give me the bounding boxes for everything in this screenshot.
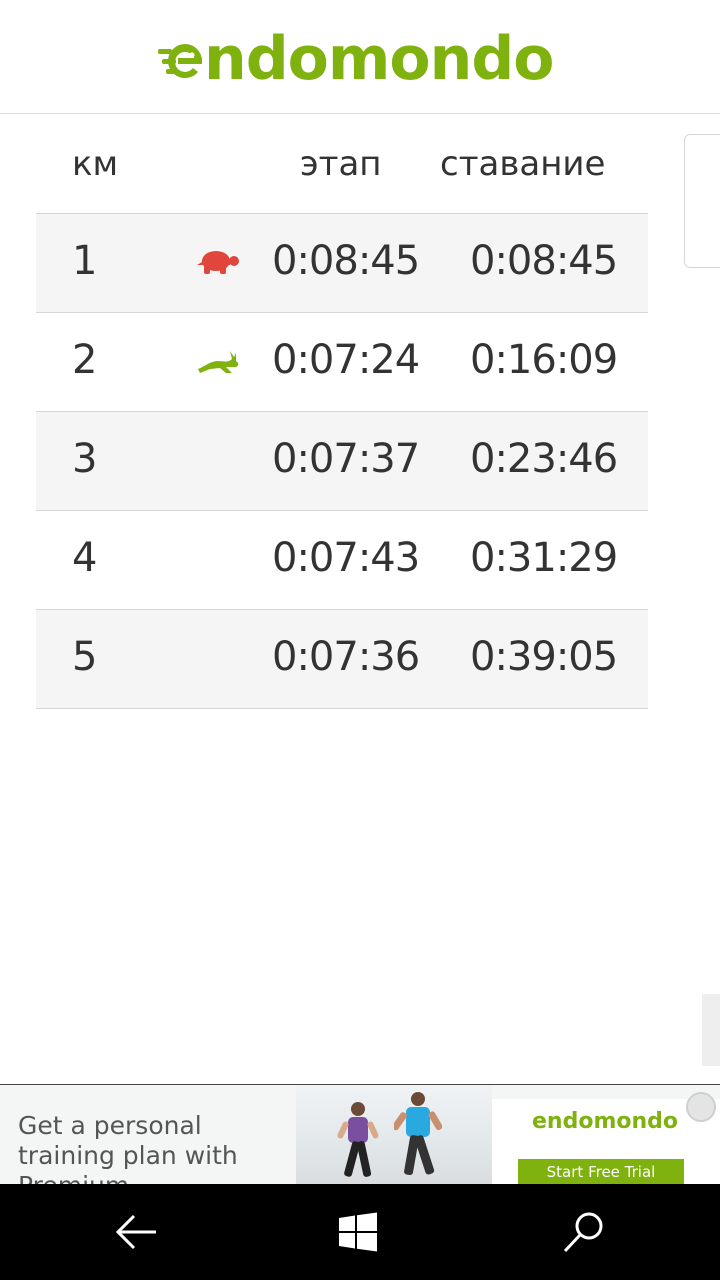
back-button[interactable] xyxy=(110,1206,162,1258)
home-button[interactable] xyxy=(332,1206,384,1258)
ad-text: Get a personal training plan with Premiu… xyxy=(18,1111,238,1184)
endomondo-logo: ndomondo xyxy=(158,24,555,94)
km-cell: 2 xyxy=(72,337,97,383)
premium-ad-banner[interactable]: Get a personal training plan with Premiu… xyxy=(0,1084,720,1184)
km-cell: 4 xyxy=(72,535,97,581)
table-row: 2 0:07:24 0:16:09 xyxy=(36,313,648,412)
turtle-icon xyxy=(197,251,239,274)
side-panel-edge[interactable] xyxy=(684,134,720,268)
km-cell: 1 xyxy=(72,238,97,284)
back-arrow-icon xyxy=(115,1214,156,1250)
ad-runners-photo xyxy=(296,1085,492,1184)
column-header-leg: этап xyxy=(300,144,382,184)
km-cell: 5 xyxy=(72,634,97,680)
table-row: 5 0:07:36 0:39:05 xyxy=(36,610,648,709)
leg-time-cell: 0:08:45 xyxy=(272,238,420,284)
scrollbar-thumb[interactable] xyxy=(702,994,720,1066)
logo-text: ndomondo xyxy=(204,24,555,94)
table-header: км этап ставание xyxy=(36,114,648,214)
start-free-trial-button[interactable]: Start Free Trial xyxy=(518,1159,684,1184)
total-time-cell: 0:39:05 xyxy=(470,634,618,680)
total-time-cell: 0:16:09 xyxy=(470,337,618,383)
leg-time-cell: 0:07:36 xyxy=(272,634,420,680)
km-cell: 3 xyxy=(72,436,97,482)
app-header: ndomondo xyxy=(0,0,720,114)
ad-logo: endomondo xyxy=(532,1109,679,1134)
column-header-total: ставание xyxy=(440,144,606,184)
leg-time-cell: 0:07:43 xyxy=(272,535,420,581)
system-nav-bar xyxy=(0,1184,720,1280)
column-header-km: км xyxy=(72,144,119,184)
leg-time-cell: 0:07:37 xyxy=(272,436,420,482)
total-time-cell: 0:23:46 xyxy=(470,436,618,482)
logo-mark-icon xyxy=(158,44,202,79)
table-row: 1 0:08:45 0:08:45 xyxy=(36,214,648,313)
table-row: 4 0:07:43 0:31:29 xyxy=(36,511,648,610)
runner-woman-image xyxy=(337,1102,379,1177)
leg-time-cell: 0:07:24 xyxy=(272,337,420,383)
table-row: 3 0:07:37 0:23:46 xyxy=(36,412,648,511)
runner-man-image xyxy=(394,1092,442,1176)
search-button[interactable] xyxy=(558,1206,610,1258)
total-time-cell: 0:08:45 xyxy=(470,238,618,284)
splits-table: км этап ставание 1 0:08:45 0:08:45 2 0:0… xyxy=(36,114,648,709)
windows-logo-icon xyxy=(339,1212,377,1252)
rabbit-icon xyxy=(198,351,239,373)
search-icon xyxy=(563,1212,603,1253)
total-time-cell: 0:31:29 xyxy=(470,535,618,581)
ad-close-icon[interactable] xyxy=(686,1092,716,1122)
